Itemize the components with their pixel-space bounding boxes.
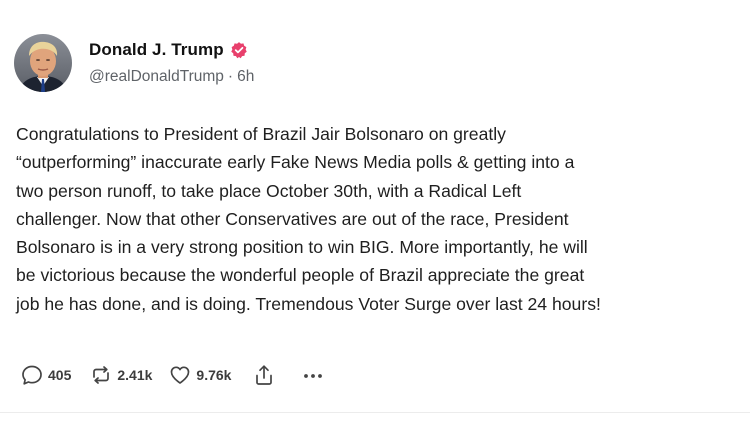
like-button[interactable]: 9.76k: [168, 363, 231, 387]
post-divider: [0, 412, 750, 413]
author-info: Donald J. Trump @realDonaldTrump · 6h: [89, 39, 254, 86]
separator-dot: ·: [227, 68, 234, 85]
share-button[interactable]: [253, 363, 275, 387]
post-header: Donald J. Trump @realDonaldTrump · 6h: [14, 34, 254, 92]
name-row: Donald J. Trump: [89, 39, 254, 61]
reply-button[interactable]: 405: [20, 363, 71, 387]
reply-count: 405: [48, 367, 72, 383]
repost-count: 2.41k: [117, 367, 153, 383]
post-text: Congratulations to President of Brazil J…: [16, 124, 601, 314]
post-timestamp[interactable]: 6h: [237, 68, 254, 85]
author-display-name[interactable]: Donald J. Trump: [89, 40, 224, 60]
comment-bubble-icon: [20, 363, 44, 387]
avatar-image: [14, 34, 72, 92]
like-count: 9.76k: [196, 367, 232, 383]
author-handle[interactable]: @realDonaldTrump: [89, 68, 224, 85]
repost-arrows-icon: [89, 363, 113, 387]
more-options-button[interactable]: [301, 363, 325, 387]
handle-row: @realDonaldTrump · 6h: [89, 68, 254, 86]
post-card: Donald J. Trump @realDonaldTrump · 6h Cong…: [0, 0, 750, 421]
action-bar: 405 2.41k 9.76k: [20, 362, 325, 388]
more-dots-icon: [301, 363, 325, 387]
repost-button[interactable]: 2.41k: [89, 363, 152, 387]
verified-badge-icon: [230, 41, 248, 59]
avatar[interactable]: [14, 34, 72, 92]
share-upload-icon: [253, 363, 275, 387]
heart-icon: [168, 363, 192, 387]
